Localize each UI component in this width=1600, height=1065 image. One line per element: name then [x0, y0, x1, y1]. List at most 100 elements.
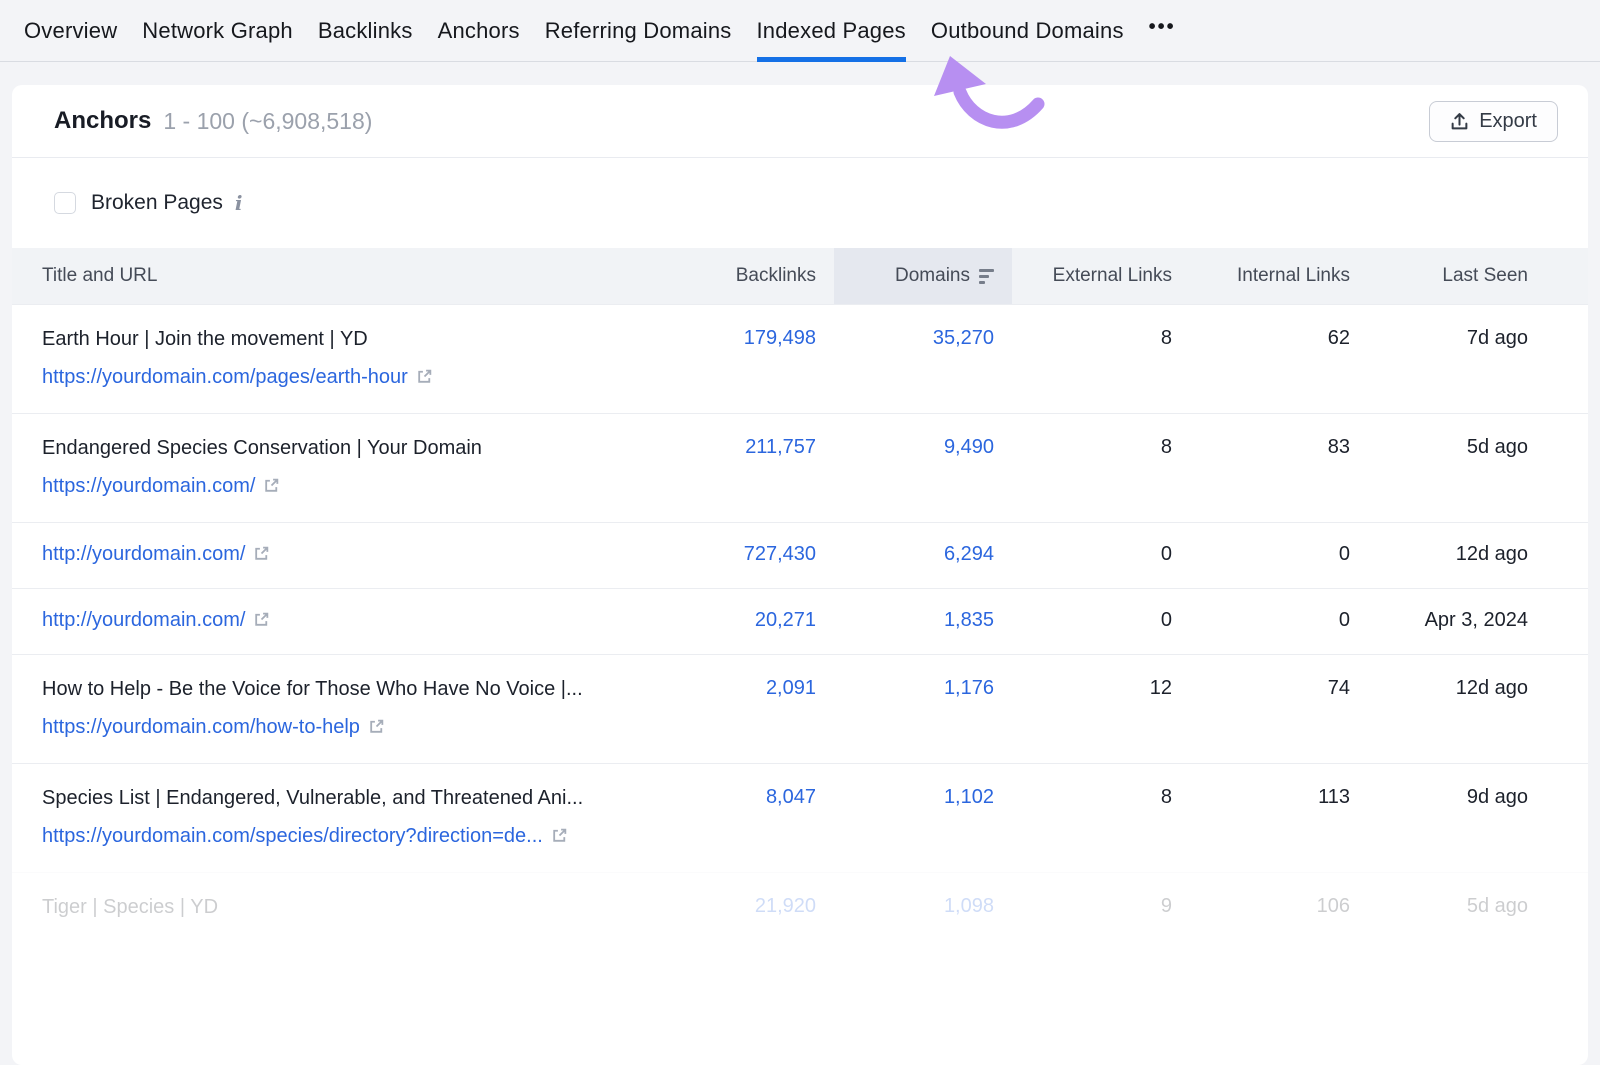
page-title-text: Tiger | Species | YD: [42, 895, 656, 919]
tab-anchors[interactable]: Anchors: [438, 0, 520, 61]
tab-network-graph[interactable]: Network Graph: [142, 0, 293, 61]
tab-outbound-domains[interactable]: Outbound Domains: [931, 0, 1124, 61]
report-tab-bar: Overview Network Graph Backlinks Anchors…: [0, 0, 1600, 62]
table-row: http://yourdomain.com/ 20,271 1,835 0 0 …: [12, 588, 1588, 654]
tab-backlinks[interactable]: Backlinks: [318, 0, 413, 61]
last-seen-cell: Apr 3, 2024: [1368, 609, 1546, 632]
last-seen-cell: 7d ago: [1368, 327, 1546, 389]
last-seen-cell: 12d ago: [1368, 543, 1546, 566]
internal-links-cell: 0: [1190, 609, 1368, 632]
info-icon[interactable]: i: [235, 191, 243, 215]
backlinks-cell: 20,271: [656, 609, 834, 632]
page-title: Anchors: [54, 107, 151, 135]
result-range-count: 1 - 100 (~6,908,518): [163, 108, 372, 135]
domains-count-link[interactable]: 6,294: [944, 543, 994, 565]
panel-header: Anchors 1 - 100 (~6,908,518) Export: [12, 85, 1588, 157]
column-header-backlinks[interactable]: Backlinks: [656, 248, 834, 304]
backlinks-count-link[interactable]: 21,920: [755, 895, 816, 917]
column-header-internal-links[interactable]: Internal Links: [1190, 248, 1368, 304]
backlinks-count-link[interactable]: 727,430: [744, 543, 816, 565]
domains-count-link[interactable]: 35,270: [933, 327, 994, 349]
more-tabs-ellipsis-icon[interactable]: •••: [1149, 0, 1176, 61]
external-links-cell: 0: [1012, 543, 1190, 566]
backlinks-count-link[interactable]: 8,047: [766, 786, 816, 808]
last-seen-cell: 9d ago: [1368, 786, 1546, 848]
title-url-cell: http://yourdomain.com/: [12, 609, 656, 632]
external-link-icon[interactable]: [416, 368, 433, 385]
title-url-cell: How to Help - Be the Voice for Those Who…: [12, 677, 656, 739]
internal-links-cell: 62: [1190, 327, 1368, 389]
table-row: Endangered Species Conservation | Your D…: [12, 413, 1588, 522]
domains-cell: 1,176: [834, 677, 1012, 739]
column-header-title-url[interactable]: Title and URL: [12, 248, 656, 304]
internal-links-cell: 106: [1190, 895, 1368, 919]
external-link-icon[interactable]: [263, 477, 280, 494]
page-url-link[interactable]: http://yourdomain.com/: [42, 609, 245, 631]
page-title-text: Species List | Endangered, Vulnerable, a…: [42, 786, 656, 810]
external-links-cell: 8: [1012, 327, 1190, 389]
export-button[interactable]: Export: [1429, 101, 1558, 142]
backlinks-count-link[interactable]: 20,271: [755, 609, 816, 631]
external-links-cell: 8: [1012, 786, 1190, 848]
domains-cell: 1,102: [834, 786, 1012, 848]
domains-count-link[interactable]: 1,835: [944, 609, 994, 631]
external-link-icon[interactable]: [551, 827, 568, 844]
external-links-cell: 0: [1012, 609, 1190, 632]
export-button-label: Export: [1479, 110, 1537, 133]
column-header-last-seen[interactable]: Last Seen: [1368, 248, 1546, 304]
last-seen-cell: 12d ago: [1368, 677, 1546, 739]
domains-count-link[interactable]: 1,098: [944, 895, 994, 917]
backlinks-cell: 179,498: [656, 327, 834, 389]
broken-pages-label: Broken Pages: [91, 191, 223, 215]
page-title-text: Endangered Species Conservation | Your D…: [42, 436, 656, 460]
domains-cell: 1,098: [834, 895, 1012, 919]
page-url-link[interactable]: https://yourdomain.com/pages/earth-hour: [42, 366, 408, 388]
backlinks-cell: 2,091: [656, 677, 834, 739]
table-row: Earth Hour | Join the movement | YD http…: [12, 304, 1588, 413]
backlinks-cell: 727,430: [656, 543, 834, 566]
backlinks-cell: 8,047: [656, 786, 834, 848]
page-url-link[interactable]: https://yourdomain.com/: [42, 475, 255, 497]
backlinks-count-link[interactable]: 2,091: [766, 677, 816, 699]
tab-indexed-pages[interactable]: Indexed Pages: [757, 0, 906, 61]
page-url-link[interactable]: https://yourdomain.com/species/directory…: [42, 825, 543, 847]
column-header-external-links[interactable]: External Links: [1012, 248, 1190, 304]
external-link-icon[interactable]: [368, 718, 385, 735]
column-header-domains[interactable]: Domains: [834, 248, 1012, 304]
page-url-link[interactable]: https://yourdomain.com/how-to-help: [42, 716, 360, 738]
backlinks-count-link[interactable]: 211,757: [745, 436, 816, 458]
table-row: How to Help - Be the Voice for Those Who…: [12, 654, 1588, 763]
domains-cell: 1,835: [834, 609, 1012, 632]
last-seen-cell: 5d ago: [1368, 895, 1546, 919]
page-url-link[interactable]: http://yourdomain.com/: [42, 543, 245, 565]
page-title-text: Earth Hour | Join the movement | YD: [42, 327, 656, 351]
page-title-text: How to Help - Be the Voice for Those Who…: [42, 677, 656, 701]
external-links-cell: 12: [1012, 677, 1190, 739]
external-link-icon[interactable]: [253, 545, 270, 562]
title-url-cell: Species List | Endangered, Vulnerable, a…: [12, 786, 656, 848]
upload-icon: [1450, 112, 1469, 131]
internal-links-cell: 0: [1190, 543, 1368, 566]
domains-cell: 9,490: [834, 436, 1012, 498]
external-link-icon[interactable]: [253, 611, 270, 628]
tab-overview[interactable]: Overview: [24, 0, 117, 61]
title-url-cell: Earth Hour | Join the movement | YD http…: [12, 327, 656, 389]
table-header-row: Title and URL Backlinks Domains External…: [12, 248, 1588, 304]
title-url-cell: http://yourdomain.com/: [12, 543, 656, 566]
internal-links-cell: 83: [1190, 436, 1368, 498]
domains-count-link[interactable]: 1,176: [944, 677, 994, 699]
tab-referring-domains[interactable]: Referring Domains: [545, 0, 732, 61]
title-url-cell: Tiger | Species | YD: [12, 895, 656, 919]
sort-desc-icon: [979, 269, 994, 284]
domains-cell: 35,270: [834, 327, 1012, 389]
table-row: Tiger | Species | YD 21,920 1,098 9 106 …: [12, 872, 1588, 943]
backlinks-count-link[interactable]: 179,498: [744, 327, 816, 349]
domains-count-link[interactable]: 9,490: [944, 436, 994, 458]
broken-pages-checkbox[interactable]: [54, 192, 76, 214]
external-links-cell: 9: [1012, 895, 1190, 919]
filter-bar: Broken Pages i: [12, 158, 1588, 248]
domains-count-link[interactable]: 1,102: [944, 786, 994, 808]
backlinks-cell: 211,757: [656, 436, 834, 498]
internal-links-cell: 113: [1190, 786, 1368, 848]
domains-cell: 6,294: [834, 543, 1012, 566]
